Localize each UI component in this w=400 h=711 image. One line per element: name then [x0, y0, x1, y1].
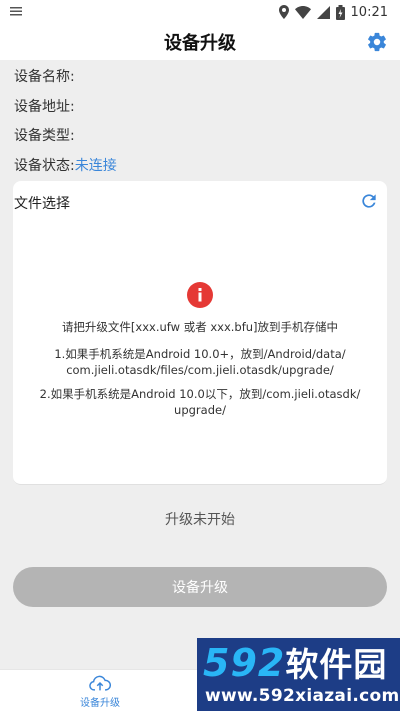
file-selection-title: 文件选择 — [14, 196, 70, 212]
hint-2-line1: 2.如果手机系统是Android 10.0以下，放到/com.jieli.ota… — [39, 387, 361, 401]
device-type-row: 设备类型: — [14, 125, 75, 145]
nav-item-device-upgrade[interactable]: 设备升级 — [60, 674, 140, 710]
cloud-upload-icon — [89, 675, 111, 691]
refresh-icon — [362, 194, 376, 208]
hint-1-line1: 1.如果手机系统是Android 10.0+，放到/Android/data/ — [54, 347, 346, 361]
device-status-label: 设备状态: — [14, 158, 75, 174]
watermark-brand: 软件园 — [285, 645, 388, 684]
notification-icon — [10, 5, 22, 20]
site-watermark: 592软件园 www.592xiazai.com — [197, 638, 400, 711]
device-address-row: 设备地址: — [14, 96, 75, 116]
settings-button[interactable] — [364, 29, 390, 55]
device-name-row: 设备名称: — [14, 66, 75, 86]
clock: 10:21 — [350, 4, 388, 20]
watermark-number: 592 — [203, 641, 286, 685]
gear-icon — [368, 32, 386, 52]
battery-icon — [335, 4, 345, 20]
location-icon — [278, 5, 289, 19]
refresh-button[interactable] — [359, 191, 379, 211]
watermark-logo: 592软件园 — [203, 642, 387, 686]
device-status-row: 设备状态:未连接 — [14, 155, 117, 175]
upgrade-status-text: 升级未开始 — [165, 512, 235, 528]
device-name-label: 设备名称: — [14, 69, 75, 85]
upgrade-device-button[interactable]: 设备升级 — [13, 567, 387, 607]
hint-main: 请把升级文件[xxx.ufw 或者 xxx.bfu]放到手机存储中 — [61, 320, 339, 334]
device-address-label: 设备地址: — [14, 99, 75, 115]
watermark-url: www.592xiazai.com — [205, 686, 400, 706]
file-selection-card: 文件选择 请把升级文件[xxx.ufw 或者 xxx.bfu]放到手机存储中 1… — [13, 181, 387, 485]
page-title: 设备升级 — [164, 33, 236, 54]
hint-2-line2: upgrade/ — [174, 403, 226, 417]
wifi-icon — [294, 5, 311, 19]
app-bar: 设备升级 — [0, 24, 400, 60]
nav-label-device-upgrade: 设备升级 — [80, 698, 120, 709]
info-icon — [187, 282, 213, 308]
hint-1-line2: com.jieli.otasdk/files/com.jieli.otasdk/… — [66, 363, 334, 377]
device-status-value: 未连接 — [74, 158, 117, 174]
status-bar: 10:21 — [0, 0, 400, 24]
signal-icon — [316, 5, 330, 19]
device-type-label: 设备类型: — [14, 128, 75, 144]
